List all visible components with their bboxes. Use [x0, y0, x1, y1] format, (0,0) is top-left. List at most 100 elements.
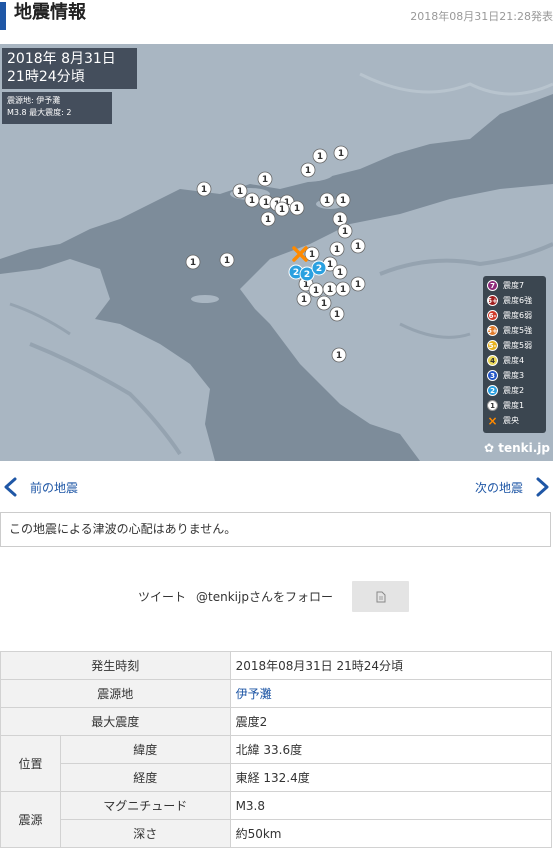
- legend-label: 震度7: [503, 281, 525, 290]
- brand-icon: ✿: [484, 441, 499, 455]
- svg-text:1: 1: [313, 286, 319, 296]
- next-earthquake-link[interactable]: 次の地震: [475, 472, 553, 502]
- legend-item: 6+ 震度6強: [487, 293, 532, 308]
- legend-item: 4 震度4: [487, 353, 524, 368]
- svg-text:1: 1: [305, 166, 311, 176]
- legend-swatch: ×: [487, 413, 498, 428]
- social-bar: ツイート @tenkijpさんをフォロー: [138, 581, 409, 612]
- legend-item: 7 震度7: [487, 278, 524, 293]
- svg-text:1: 1: [324, 196, 330, 206]
- magnitude-summary: M3.8 最大震度: 2: [7, 108, 72, 117]
- svg-text:1: 1: [224, 256, 230, 266]
- brand-name: tenki.jp: [498, 441, 551, 455]
- legend-item: 5- 震度5弱: [487, 338, 532, 353]
- legend-item: × 震央: [487, 413, 519, 428]
- table-row: 経度 東経 132.4度: [1, 763, 553, 792]
- svg-text:1: 1: [294, 204, 300, 214]
- chevron-left-icon: [4, 477, 17, 497]
- share-button[interactable]: [352, 581, 409, 612]
- event-date: 2018年 8月31日: [7, 51, 116, 67]
- occurred-value: 2018年08月31日 21時24分頃: [229, 651, 553, 680]
- legend-item: 5+ 震度5強: [487, 323, 532, 338]
- legend-swatch: 6-: [487, 310, 498, 321]
- legend-item: 2 震度2: [487, 383, 524, 398]
- intensity-legend: 7 震度7 6+ 震度6強 6- 震度6弱 5+ 震度5強 5- 震度5弱 4 震度4 3震…: [483, 276, 546, 433]
- source-label: 震源: [0, 791, 61, 848]
- legend-item: 6- 震度6弱: [487, 308, 532, 323]
- legend-label: 震度6強: [503, 296, 533, 305]
- table-row: 位置 緯度 北緯 33.6度: [0, 735, 553, 792]
- legend-label: 震度5強: [503, 326, 533, 335]
- table-row: 深さ 約50km: [1, 819, 553, 848]
- svg-text:1: 1: [337, 268, 343, 278]
- svg-text:1: 1: [262, 175, 268, 185]
- svg-text:1: 1: [334, 310, 340, 320]
- svg-text:1: 1: [309, 250, 315, 260]
- svg-text:2: 2: [304, 270, 310, 280]
- depth-value: 約50km: [229, 819, 553, 848]
- occurred-label: 発生時刻: [0, 651, 231, 680]
- page-header: 地震情報 2018年08月31日21:28発表: [0, 0, 553, 34]
- page-title: 地震情報: [14, 2, 86, 23]
- tsunami-notice: この地震による津波の心配はありません。: [0, 512, 551, 547]
- epicenter-label: 震源地: [0, 679, 231, 708]
- magnitude-label: マグニチュード: [59, 791, 231, 820]
- svg-text:1: 1: [265, 215, 271, 225]
- svg-text:1: 1: [321, 299, 327, 309]
- latitude-label: 緯度: [59, 735, 231, 764]
- svg-text:1: 1: [342, 227, 348, 237]
- document-icon: [376, 591, 385, 602]
- svg-text:1: 1: [338, 149, 344, 159]
- svg-text:1: 1: [301, 295, 307, 305]
- table-row: 震源地 伊予灘: [0, 679, 553, 708]
- epicenter-summary: 震源地: 伊予灘: [7, 96, 61, 105]
- latitude-value: 北緯 33.6度: [229, 735, 553, 764]
- header-accent-bar: [0, 2, 6, 30]
- legend-label: 震度1: [503, 401, 525, 410]
- legend-swatch: 5+: [487, 325, 498, 336]
- svg-text:1: 1: [303, 280, 309, 290]
- legend-label: 震度5弱: [503, 341, 533, 350]
- svg-text:1: 1: [190, 258, 196, 268]
- event-datetime-box: 2018年 8月31日 21時24分頃: [2, 48, 137, 89]
- svg-text:1: 1: [355, 242, 361, 252]
- svg-text:1: 1: [340, 285, 346, 295]
- svg-text:1: 1: [340, 196, 346, 206]
- svg-text:1: 1: [263, 198, 269, 208]
- svg-text:1: 1: [336, 351, 342, 361]
- svg-text:2: 2: [293, 268, 299, 278]
- legend-item: 3 震度3: [487, 368, 524, 383]
- next-earthquake-label: 次の地震: [474, 480, 523, 495]
- legend-swatch: 4: [487, 355, 498, 366]
- svg-text:1: 1: [237, 187, 243, 197]
- svg-text:1: 1: [355, 280, 361, 290]
- earthquake-navigation: 前の地震 次の地震: [0, 470, 553, 504]
- max-intensity-value: 震度2: [229, 707, 553, 736]
- svg-text:1: 1: [327, 260, 333, 270]
- depth-label: 深さ: [59, 819, 231, 848]
- svg-text:1: 1: [337, 215, 343, 225]
- legend-label: 震度2: [503, 386, 525, 395]
- svg-text:1: 1: [249, 196, 255, 206]
- previous-earthquake-label: 前の地震: [30, 480, 79, 495]
- table-row: 震源 マグニチュード M3.8: [0, 791, 553, 848]
- tweet-link[interactable]: ツイート: [138, 588, 186, 605]
- magnitude-value: M3.8: [229, 791, 553, 820]
- svg-text:1: 1: [317, 152, 323, 162]
- brand-logo: ✿ tenki.jp: [484, 441, 550, 455]
- legend-swatch: 3: [487, 370, 498, 381]
- publish-timestamp: 2018年08月31日21:28発表: [410, 10, 553, 23]
- epicenter-link[interactable]: 伊予灘: [236, 687, 272, 701]
- event-time: 21時24分頃: [7, 69, 85, 85]
- svg-text:1: 1: [279, 205, 285, 215]
- legend-item: 1 震度1: [487, 398, 524, 413]
- svg-text:1: 1: [327, 285, 333, 295]
- earthquake-map: 1 1 1 1 1 1 1 1 1 1 1 1 1 1 1 1 1 1 1 1 …: [0, 44, 553, 461]
- previous-earthquake-link[interactable]: 前の地震: [0, 472, 78, 502]
- legend-label: 震度3: [503, 371, 525, 380]
- table-row: 最大震度 震度2: [0, 707, 553, 736]
- legend-swatch: 6+: [487, 295, 498, 306]
- earthquake-details-table: 発生時刻 2018年08月31日 21時24分頃 震源地 伊予灘 最大震度 震度…: [0, 651, 553, 848]
- legend-swatch: 1: [487, 400, 498, 411]
- follow-link[interactable]: @tenkijpさんをフォロー: [196, 588, 333, 605]
